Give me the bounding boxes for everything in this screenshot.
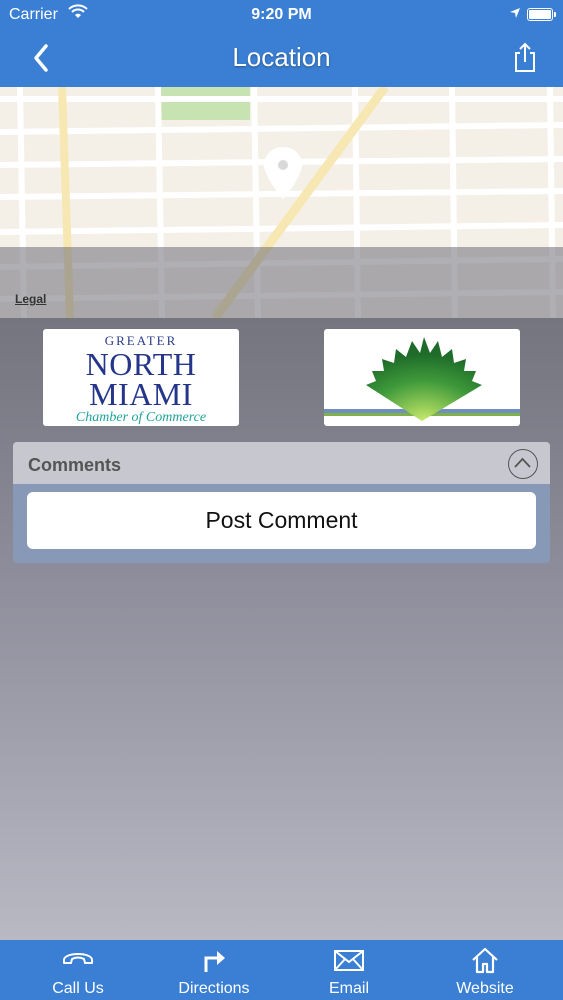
directions-icon <box>197 946 231 974</box>
map-overlay <box>0 247 563 318</box>
clock: 9:20 PM <box>251 6 312 23</box>
comments-header[interactable]: Comments <box>13 442 550 484</box>
battery-icon <box>527 8 556 21</box>
collapse-button[interactable] <box>508 449 538 479</box>
tab-call-us[interactable]: Call Us <box>8 940 148 1000</box>
tab-label: Directions <box>178 980 250 997</box>
tab-label: Email <box>328 980 369 997</box>
palm-logo[interactable] <box>324 329 520 426</box>
tab-bar: Call Us Directions Email Website <box>0 940 563 1000</box>
post-comment-button[interactable]: Post Comment <box>27 492 536 549</box>
location-arrow-icon <box>509 6 521 22</box>
logo-miami-text: MIAMI <box>89 376 193 412</box>
logo-chamber-text: Chamber of Commerce <box>75 410 207 425</box>
chevron-up-icon <box>514 457 531 468</box>
chamber-logo[interactable]: GREATER NORTH MIAMI Chamber of Commerce <box>43 329 239 426</box>
palm-leaf-icon <box>324 337 520 421</box>
content-area: GREATER NORTH MIAMI Chamber of Commerce … <box>0 318 563 940</box>
map-view[interactable]: Legal <box>0 87 563 318</box>
comments-title: Comments <box>28 455 122 475</box>
comments-panel: Comments Post Comment <box>13 442 550 563</box>
home-icon <box>468 946 502 974</box>
logo-north-text: NORTH <box>85 346 197 382</box>
share-icon <box>515 42 535 72</box>
tab-label: Website <box>456 980 514 997</box>
share-button[interactable] <box>511 40 539 74</box>
top-bar: Carrier 9:20 PM Location <box>0 0 563 87</box>
tab-website[interactable]: Website <box>415 940 555 1000</box>
tab-email[interactable]: Email <box>279 940 419 1000</box>
legal-link[interactable]: Legal <box>15 292 46 306</box>
status-bar: Carrier 9:20 PM <box>0 0 563 30</box>
page-title: Location <box>232 42 331 72</box>
tab-label: Call Us <box>52 980 104 997</box>
phone-icon <box>61 946 95 974</box>
navigation-bar: Location <box>0 30 563 87</box>
tab-directions[interactable]: Directions <box>144 940 284 1000</box>
email-icon <box>332 946 366 974</box>
